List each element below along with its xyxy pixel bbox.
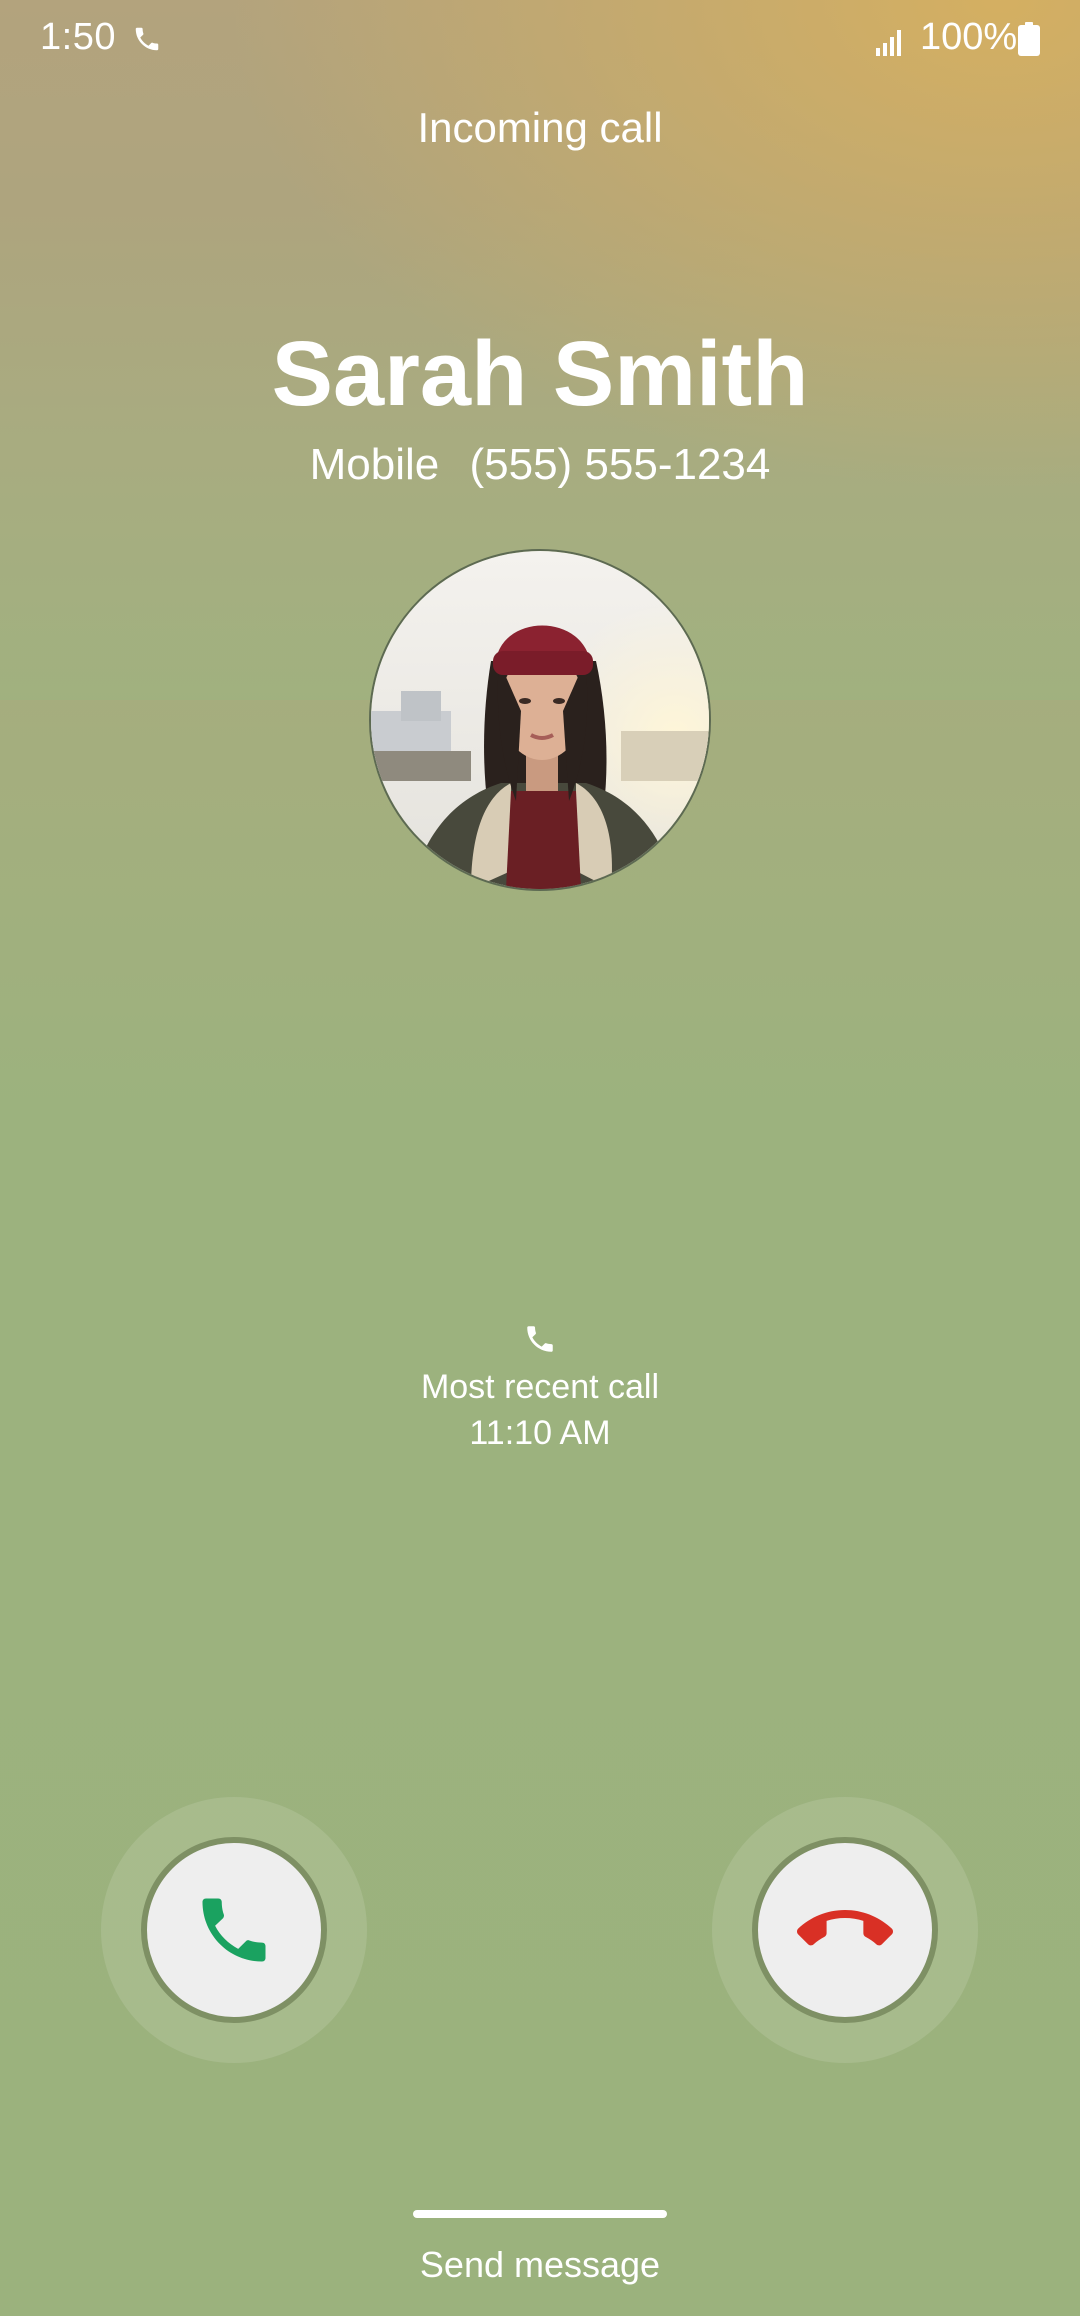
avatar-photo bbox=[371, 551, 709, 889]
status-bar: 1:50 100% bbox=[0, 0, 1080, 80]
recent-call-title: Most recent call bbox=[420, 1368, 660, 1406]
contact-avatar bbox=[369, 549, 711, 891]
send-message-button[interactable]: Send message bbox=[0, 2244, 1080, 2286]
phone-number: (555) 555-1234 bbox=[469, 440, 771, 489]
call-icon bbox=[135, 27, 159, 51]
phone-icon bbox=[202, 1898, 266, 1962]
caller-name: Sarah Smith bbox=[271, 323, 809, 425]
answer-button[interactable] bbox=[141, 1837, 327, 2023]
status-time: 1:50 bbox=[40, 16, 116, 58]
signal-icon bbox=[876, 30, 901, 56]
caller-number-row: Mobile (555) 555-1234 bbox=[0, 440, 1080, 490]
decline-button[interactable] bbox=[752, 1837, 938, 2023]
number-type: Mobile bbox=[309, 440, 440, 489]
hang-up-icon bbox=[797, 1910, 893, 1946]
battery-icon bbox=[1018, 22, 1040, 56]
recent-call-time: 11:10 AM bbox=[469, 1414, 611, 1452]
battery-percentage: 100% bbox=[920, 16, 1018, 58]
swipe-up-handle[interactable] bbox=[413, 2210, 667, 2218]
call-state-label: Incoming call bbox=[417, 104, 663, 151]
most-recent-call: Most recent call 11:10 AM bbox=[0, 1322, 1080, 1456]
phone-icon bbox=[527, 1326, 553, 1352]
